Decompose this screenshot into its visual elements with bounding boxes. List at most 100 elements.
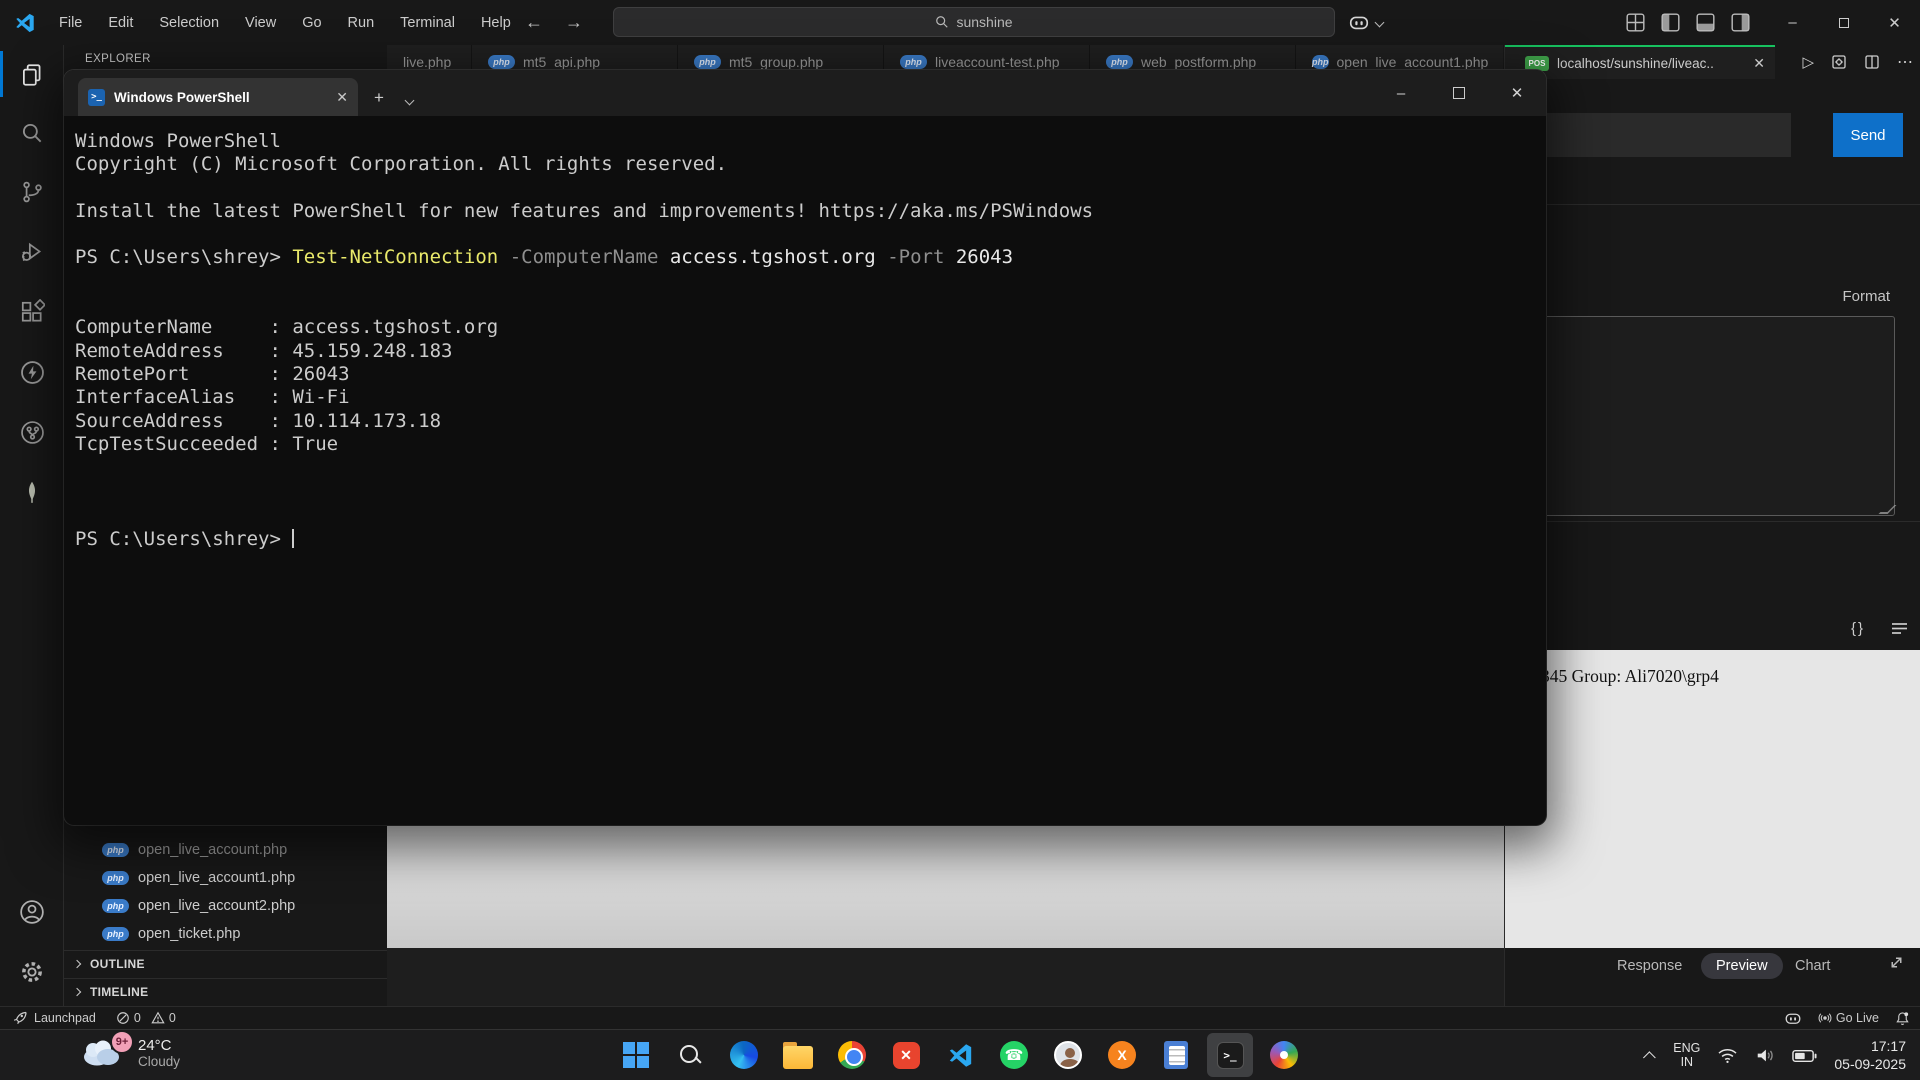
language-indicator[interactable]: ENG IN bbox=[1673, 1042, 1700, 1069]
tab-dropdown-icon[interactable] bbox=[404, 96, 414, 106]
close-button[interactable]: ✕ bbox=[1488, 70, 1546, 116]
file-item[interactable]: php open_live_account.php bbox=[64, 836, 387, 864]
sidebar-item-thunder-client[interactable] bbox=[0, 347, 64, 397]
tab-preview[interactable]: Preview bbox=[1701, 953, 1783, 979]
customize-layout-icon[interactable] bbox=[1626, 13, 1645, 32]
copilot-menu[interactable] bbox=[1348, 11, 1383, 33]
condition-label: Cloudy bbox=[138, 1054, 180, 1070]
file-item[interactable]: php open_ticket.php bbox=[64, 920, 387, 948]
menu-help[interactable]: Help bbox=[468, 15, 524, 31]
tab-close-icon[interactable]: ✕ bbox=[336, 89, 348, 106]
chrome-button[interactable] bbox=[829, 1033, 875, 1077]
launchpad-label[interactable]: Launchpad bbox=[34, 1011, 96, 1025]
menu-edit[interactable]: Edit bbox=[95, 15, 146, 31]
terminal-command-line: PS C:\Users\shrey> Test-NetConnection -C… bbox=[75, 246, 1546, 269]
start-button[interactable] bbox=[613, 1033, 659, 1077]
minimize-button[interactable]: – bbox=[1372, 70, 1430, 116]
xampp-button[interactable]: X bbox=[1099, 1033, 1145, 1077]
close-icon[interactable]: ✕ bbox=[1753, 55, 1765, 72]
sidebar-item-explorer[interactable] bbox=[0, 50, 64, 100]
tab-label: mt5_api.php bbox=[523, 54, 600, 70]
open-in-editor-icon[interactable] bbox=[1831, 54, 1847, 70]
account-button[interactable] bbox=[0, 887, 64, 937]
file-explorer-button[interactable] bbox=[775, 1033, 821, 1077]
more-actions-icon[interactable]: ⋯ bbox=[1897, 52, 1913, 72]
format-json-icon[interactable]: {} bbox=[1851, 620, 1865, 637]
url-input[interactable] bbox=[1513, 113, 1791, 157]
search-icon bbox=[19, 120, 45, 146]
terminal-blank-line bbox=[75, 270, 1546, 293]
run-icon[interactable]: ▷ bbox=[1802, 53, 1814, 71]
terminal-prompt: PS C:\Users\shrey> bbox=[75, 528, 292, 550]
terminal-content[interactable]: Windows PowerShell Copyright (C) Microso… bbox=[64, 116, 1546, 825]
back-arrow-icon[interactable]: ← bbox=[525, 12, 543, 33]
body-textarea[interactable] bbox=[1513, 316, 1895, 516]
weather-widget[interactable]: 9+ 24°C Cloudy bbox=[78, 1033, 180, 1073]
outline-section[interactable]: OUTLINE bbox=[64, 950, 387, 977]
send-button[interactable]: Send bbox=[1833, 113, 1903, 157]
copilot-icon[interactable] bbox=[1784, 1009, 1802, 1027]
terminal-prompt: PS C:\Users\shrey> bbox=[75, 246, 292, 268]
forward-arrow-icon[interactable]: → bbox=[565, 12, 583, 33]
terminal-blank-line bbox=[75, 293, 1546, 316]
taskbar-search-button[interactable] bbox=[667, 1033, 713, 1077]
status-right: Go Live bbox=[1784, 1009, 1910, 1027]
format-label[interactable]: Format bbox=[1842, 288, 1890, 305]
powershell-tab[interactable]: >_ Windows PowerShell ✕ bbox=[78, 78, 358, 116]
sidebar-item-search[interactable] bbox=[0, 108, 64, 158]
divider bbox=[1505, 204, 1920, 205]
search-text: sunshine bbox=[956, 14, 1012, 30]
menu-run[interactable]: Run bbox=[335, 15, 388, 31]
menu-file[interactable]: File bbox=[46, 15, 95, 31]
terminal-button[interactable]: >_ bbox=[1207, 1033, 1253, 1077]
notifications-bell-icon[interactable] bbox=[1895, 1011, 1910, 1026]
sidebar-item-source-control[interactable] bbox=[0, 167, 64, 217]
go-live-button[interactable]: Go Live bbox=[1818, 1011, 1879, 1025]
whatsapp-button[interactable]: ☎ bbox=[991, 1033, 1037, 1077]
toggle-panel-icon[interactable] bbox=[1696, 13, 1715, 32]
expand-icon[interactable] bbox=[1888, 954, 1905, 971]
vscode-button[interactable] bbox=[937, 1033, 983, 1077]
menu-selection[interactable]: Selection bbox=[146, 15, 232, 31]
sidebar-item-run-debug[interactable] bbox=[0, 227, 64, 277]
terminal-line: Install the latest PowerShell for new fe… bbox=[75, 200, 1546, 223]
file-item[interactable]: php open_live_account1.php bbox=[64, 864, 387, 892]
powershell-titlebar[interactable]: >_ Windows PowerShell ✕ + – ✕ bbox=[64, 70, 1546, 116]
menu-go[interactable]: Go bbox=[289, 15, 334, 31]
sidebar-item-extensions[interactable] bbox=[0, 287, 64, 337]
tab-chart[interactable]: Chart bbox=[1795, 958, 1830, 974]
notepad-button[interactable] bbox=[1153, 1033, 1199, 1077]
sidebar-item-mongodb[interactable] bbox=[0, 467, 64, 517]
browser-profile-button[interactable] bbox=[1045, 1033, 1091, 1077]
command-center-search[interactable]: sunshine bbox=[613, 7, 1335, 37]
wifi-icon[interactable] bbox=[1717, 1047, 1738, 1064]
volume-icon[interactable] bbox=[1755, 1047, 1775, 1064]
sidebar-item-share-extension[interactable] bbox=[0, 407, 64, 457]
tray-chevron-up-icon[interactable] bbox=[1643, 1051, 1656, 1064]
minimize-button[interactable]: – bbox=[1767, 0, 1818, 45]
split-editor-icon[interactable] bbox=[1864, 54, 1880, 70]
maximize-button[interactable] bbox=[1430, 70, 1488, 116]
toggle-secondary-sidebar-icon[interactable] bbox=[1731, 13, 1750, 32]
timeline-section[interactable]: TIMELINE bbox=[64, 978, 387, 1005]
red-app-button[interactable]: ✕ bbox=[883, 1033, 929, 1077]
close-button[interactable]: ✕ bbox=[1869, 0, 1920, 45]
thunder-tab-bar: POS localhost/sunshine/liveac.. ✕ ▷ ⋯ bbox=[1505, 45, 1920, 79]
toggle-sidebar-icon[interactable] bbox=[1661, 13, 1680, 32]
clock[interactable]: 17:17 05-09-2025 bbox=[1834, 1038, 1906, 1073]
terminal-prompt-line: PS C:\Users\shrey> bbox=[75, 526, 1546, 551]
php-file-icon: php bbox=[694, 55, 721, 69]
new-tab-button[interactable]: + bbox=[374, 88, 384, 108]
battery-icon[interactable] bbox=[1792, 1049, 1817, 1063]
problems-indicator[interactable]: 0 0 bbox=[116, 1011, 176, 1025]
menu-terminal[interactable]: Terminal bbox=[387, 15, 468, 31]
tab-response[interactable]: Response bbox=[1617, 958, 1682, 974]
photos-button[interactable] bbox=[1261, 1033, 1307, 1077]
edge-browser-button[interactable] bbox=[721, 1033, 767, 1077]
menu-view[interactable]: View bbox=[232, 15, 289, 31]
section-label: TIMELINE bbox=[90, 985, 148, 999]
maximize-button[interactable] bbox=[1818, 0, 1869, 45]
settings-button[interactable] bbox=[0, 947, 64, 997]
file-item[interactable]: php open_live_account2.php bbox=[64, 892, 387, 920]
lines-menu-icon[interactable] bbox=[1891, 622, 1908, 635]
